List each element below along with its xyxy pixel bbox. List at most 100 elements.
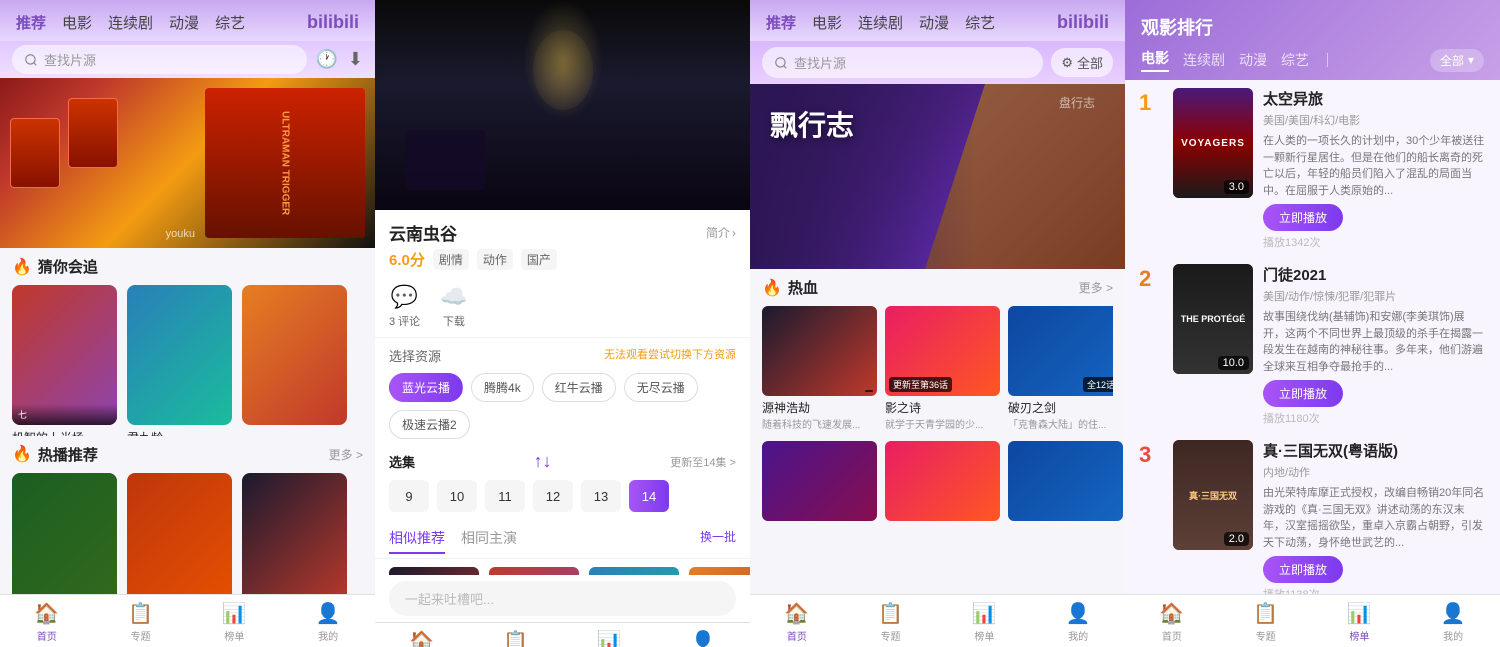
bottom-nav3-rank[interactable]: 📊 榜单: [938, 601, 1032, 643]
comment-label: 3 评论: [389, 313, 420, 329]
nav3-item-variety[interactable]: 综艺: [965, 12, 995, 33]
bottom-nav2-profile[interactable]: 👤 我的: [656, 629, 750, 647]
hot-more-link[interactable]: 更多 >: [329, 446, 363, 463]
bottom-nav2-rank[interactable]: 📊 榜单: [563, 629, 657, 647]
play-count-3: 播放1138次: [1263, 586, 1486, 594]
thumb-card-2[interactable]: [885, 441, 1000, 521]
thumb-card-1[interactable]: [762, 441, 877, 521]
thumb-card-3-img: [1008, 441, 1123, 521]
tag-domestic: 国产: [521, 249, 557, 270]
ep-btn-9[interactable]: 9: [389, 480, 429, 512]
bottom-nav-topic[interactable]: 📋 专题: [94, 601, 188, 643]
source-btn-4[interactable]: 极速云播2: [389, 410, 470, 439]
ep-btn-13[interactable]: 13: [581, 480, 621, 512]
drama-card-1-title: 机智的上半场: [12, 429, 117, 436]
bottom-nav3-home[interactable]: 🏠 首页: [750, 601, 844, 643]
video-title: 云南虫谷: [389, 220, 457, 245]
ep-btn-10[interactable]: 10: [437, 480, 477, 512]
source-btn-2[interactable]: 红牛云播: [542, 373, 616, 402]
rec-tab-similar[interactable]: 相似推荐: [389, 528, 445, 554]
rank-tab-series[interactable]: 连续剧: [1183, 50, 1225, 70]
rec-tab-cast[interactable]: 相同主演: [461, 528, 517, 554]
hot-card-2[interactable]: [127, 473, 232, 586]
ep-btn-14[interactable]: 14: [629, 480, 669, 512]
filter-button[interactable]: ⚙ 全部: [1051, 48, 1113, 77]
nav-item-movie[interactable]: 电影: [62, 12, 92, 33]
comment-input[interactable]: 一起来吐槽吧...: [389, 581, 736, 616]
hot-scroll[interactable]: [0, 469, 375, 594]
play-btn-1[interactable]: 立即播放: [1263, 204, 1343, 231]
tag-drama: 剧情: [433, 249, 469, 270]
video-intro-link[interactable]: 简介 ›: [706, 224, 736, 241]
bottom-nav-rank[interactable]: 📊 榜单: [188, 601, 282, 643]
nav-item-variety[interactable]: 综艺: [215, 12, 245, 33]
rank-filter[interactable]: 全部 ▾: [1430, 49, 1484, 72]
hot-card-anime-1-img: [762, 306, 877, 396]
search-bar-3[interactable]: 查找片源: [762, 47, 1043, 78]
rank-tab-anime[interactable]: 动漫: [1239, 50, 1267, 70]
ep-btn-11[interactable]: 11: [485, 480, 525, 512]
bottom-nav-profile[interactable]: 👤 我的: [281, 601, 375, 643]
rank-img-1[interactable]: HOT VOYAGERS 3.0: [1173, 88, 1253, 198]
nav3-item-anime[interactable]: 动漫: [919, 12, 949, 33]
video-info: 云南虫谷 简介 › 6.0分 剧情 动作 国产: [375, 210, 750, 276]
recommend-scroll[interactable]: 七 机智的上半场 该剧从四名刚刚进入大学校园... 君九龄 天佑六年，志宗崩逝，…: [0, 281, 375, 436]
drama-card-1[interactable]: 七 机智的上半场 该剧从四名刚刚进入大学校园...: [12, 285, 117, 428]
bottom-nav4-rank[interactable]: 📊 榜单: [1313, 601, 1407, 643]
profile-icon-4: 👤: [1441, 601, 1466, 626]
action-row: 💬 3 评论 ☁️ 下载: [375, 276, 750, 338]
bottom-nav3-topic[interactable]: 📋 专题: [844, 601, 938, 643]
anime-banner[interactable]: 飘行志 盘行志: [750, 84, 1125, 269]
play-btn-2[interactable]: 立即播放: [1263, 380, 1343, 407]
source-btn-0[interactable]: 蓝光云播: [389, 373, 463, 402]
topic-icon-4: 📋: [1253, 601, 1278, 626]
hot-card-anime-1-desc: 随着科技的飞速发展...: [762, 416, 877, 431]
bilibili-logo: bilibili: [307, 12, 359, 33]
search-icon-3: [774, 56, 788, 70]
hot-card-anime-1[interactable]: 源神浩劫 随着科技的飞速发展...: [762, 306, 877, 431]
bottom-nav-home[interactable]: 🏠 首页: [0, 601, 94, 643]
nav3-item-series[interactable]: 连续剧: [858, 12, 903, 33]
nav-item-recommend[interactable]: 推荐: [16, 12, 46, 33]
drama-card-3[interactable]: [242, 285, 347, 428]
bottom-nav2-topic[interactable]: 📋 专题: [469, 629, 563, 647]
bottom-nav3-profile[interactable]: 👤 我的: [1031, 601, 1125, 643]
thumb-card-3[interactable]: [1008, 441, 1123, 521]
bottom-navigation-2: 🏠 首页 📋 专题 📊 榜单 👤 我的: [375, 622, 750, 647]
bottom-nav4-home[interactable]: 🏠 首页: [1125, 601, 1219, 643]
rank-img-2[interactable]: HOT THE PROTÉGÉ 10.0: [1173, 264, 1253, 374]
bottom-nav2-home[interactable]: 🏠 首页: [375, 629, 469, 647]
hot-card-anime-2[interactable]: 更新至第36话 影之诗 就学于天青学园的少...: [885, 306, 1000, 431]
comment-action[interactable]: 💬 3 评论: [389, 284, 420, 329]
download-icon[interactable]: ⬇: [348, 49, 363, 70]
rank-tab-movie[interactable]: 电影: [1141, 48, 1169, 72]
hot-card-anime-3[interactable]: 全12话 破刃之剑 「克鲁森大陆」的住...: [1008, 306, 1113, 431]
bottom-nav-home-label: 首页: [37, 628, 57, 643]
rec-switch[interactable]: 换一批: [700, 528, 736, 554]
source-btn-1[interactable]: 腾腾4k: [471, 373, 534, 402]
source-btn-3[interactable]: 无尽云播: [624, 373, 698, 402]
drama-card-2[interactable]: 君九龄 天佑六年，志宗崩逝，其次女公...: [127, 285, 232, 428]
banner-area[interactable]: ULTRAMAN TRIGGER youku: [0, 78, 375, 248]
ep-sort-icon[interactable]: ↑↓: [534, 451, 552, 472]
ep-btn-12[interactable]: 12: [533, 480, 573, 512]
nav-item-series[interactable]: 连续剧: [108, 12, 153, 33]
rank-img-3[interactable]: HOT 真·三国无双 2.0: [1173, 440, 1253, 550]
bottom-nav4-profile[interactable]: 👤 我的: [1406, 601, 1500, 643]
hot-card-1[interactable]: [12, 473, 117, 586]
hot-card-3[interactable]: [242, 473, 347, 586]
history-icon[interactable]: 🕐: [315, 49, 337, 70]
rank-tab-variety[interactable]: 综艺: [1281, 50, 1309, 70]
hot-more-3[interactable]: 更多 >: [1079, 279, 1113, 296]
play-btn-3[interactable]: 立即播放: [1263, 556, 1343, 583]
nav3-item-movie[interactable]: 电影: [812, 12, 842, 33]
bottom-nav4-topic[interactable]: 📋 专题: [1219, 601, 1313, 643]
video-player[interactable]: [375, 0, 750, 210]
topic-icon-3: 📋: [878, 601, 903, 626]
nav3-item-recommend[interactable]: 推荐: [766, 12, 796, 33]
nav-item-anime[interactable]: 动漫: [169, 12, 199, 33]
download-action[interactable]: ☁️ 下载: [440, 284, 467, 329]
bottom-nav-profile-label: 我的: [318, 628, 338, 643]
rec-cards[interactable]: [375, 559, 750, 575]
search-bar[interactable]: 查找片源: [12, 45, 307, 74]
